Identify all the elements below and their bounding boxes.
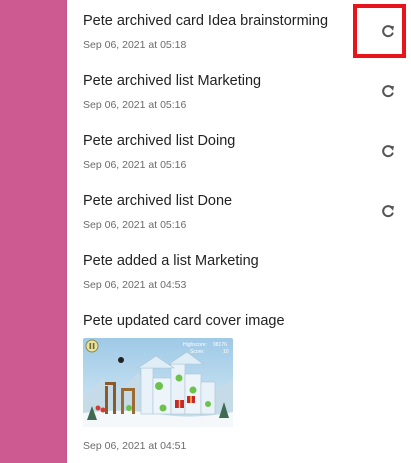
activity-item: Pete added a list Marketing Sep 06, 2021… (83, 252, 411, 302)
card-cover-image: Highscore: 98176 Score: 10 (83, 338, 233, 427)
board-sidebar-strip (0, 0, 67, 463)
activity-date: Sep 06, 2021 at 05:16 (83, 99, 187, 111)
activity-date: Sep 06, 2021 at 04:51 (83, 440, 187, 452)
activity-item: Pete archived list Doing Sep 06, 2021 at… (83, 132, 411, 182)
activity-item: Pete archived list Marketing Sep 06, 202… (83, 72, 411, 122)
restore-icon (382, 145, 394, 158)
activity-text: Pete archived card Idea brainstorming (83, 13, 329, 29)
highscore-label: Highscore: (183, 342, 207, 348)
restore-icon (382, 25, 394, 38)
activity-date: Sep 06, 2021 at 05:16 (83, 159, 187, 171)
highscore-value: 98176 (213, 342, 227, 348)
activity-text: Pete archived list Done (83, 193, 233, 209)
activity-text: Pete archived list Doing (83, 133, 236, 149)
activity-text: Pete updated card cover image (83, 313, 285, 329)
activity-item: Pete updated card cover image Highscore:… (83, 312, 411, 457)
restore-icon (382, 205, 394, 218)
activity-date: Sep 06, 2021 at 04:53 (83, 279, 187, 291)
activity-text: Pete archived list Marketing (83, 73, 262, 89)
restore-button[interactable] (375, 198, 401, 224)
restore-icon (382, 85, 394, 98)
score-value: 10 (223, 349, 229, 355)
card-cover-thumbnail[interactable]: Highscore: 98176 Score: 10 (83, 338, 233, 427)
activity-item: Pete archived list Done Sep 06, 2021 at … (83, 192, 411, 242)
activity-item: Pete archived card Idea brainstorming Se… (83, 12, 411, 62)
score-label: Score: (190, 349, 204, 355)
activity-text: Pete added a list Marketing (83, 253, 259, 269)
restore-button[interactable] (375, 138, 401, 164)
restore-button[interactable] (375, 18, 401, 44)
restore-button[interactable] (375, 78, 401, 104)
activity-date: Sep 06, 2021 at 05:16 (83, 219, 187, 231)
activity-date: Sep 06, 2021 at 05:18 (83, 39, 187, 51)
activity-panel: Pete archived card Idea brainstorming Se… (67, 0, 411, 463)
